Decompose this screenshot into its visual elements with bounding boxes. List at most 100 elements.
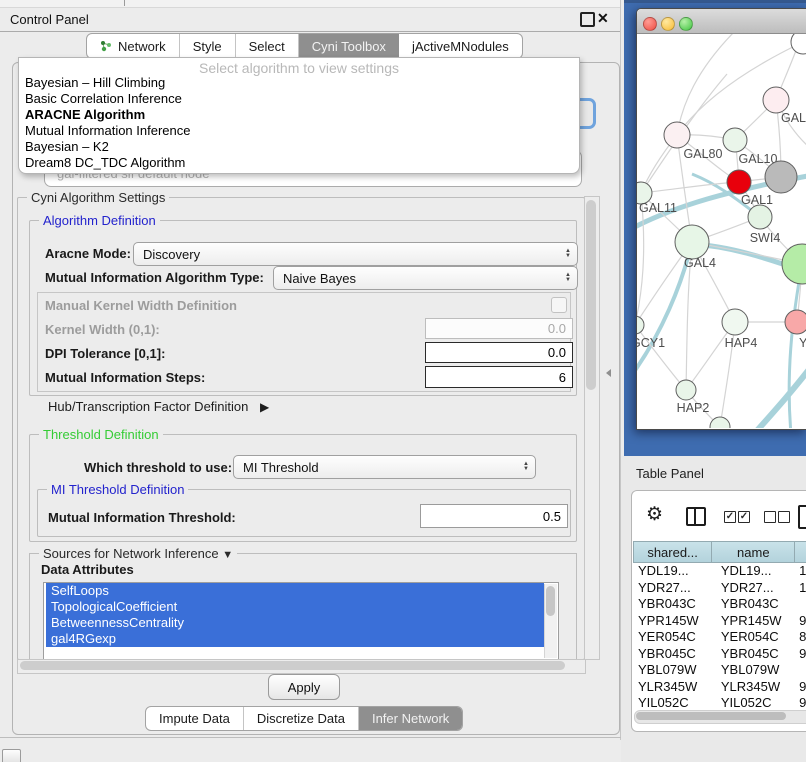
list-scrollbar[interactable] [544, 584, 557, 658]
tab-impute-data[interactable]: Impute Data [146, 707, 244, 730]
table-cell[interactable]: YDR27... [633, 580, 716, 597]
table-row[interactable]: YDL19...YDL19...13 [633, 563, 806, 580]
table-cell[interactable]: YPR145W [633, 613, 716, 630]
network-node[interactable] [791, 34, 806, 54]
checked-checkbox-icon[interactable]: ✓ [738, 511, 750, 523]
checked-checkbox-icon[interactable]: ✓ [724, 511, 736, 523]
network-window-titlebar[interactable] [637, 9, 806, 34]
dropdown-item[interactable]: Mutual Information Inference [23, 123, 565, 139]
dropdown-item[interactable]: Bayesian – Hill Climbing [23, 75, 565, 91]
table-cell[interactable]: YDR27... [716, 580, 794, 597]
tab-cyni-toolbox[interactable]: Cyni Toolbox [299, 34, 399, 58]
network-node[interactable] [664, 122, 690, 148]
unchecked-checkbox-icon[interactable] [764, 511, 776, 523]
table-row[interactable]: YLR345WYLR345W9. [633, 679, 806, 696]
network-node[interactable] [763, 87, 789, 113]
table-row[interactable]: YBR043CYBR043C [633, 596, 806, 613]
tab-discretize-data[interactable]: Discretize Data [244, 707, 359, 730]
table-cell[interactable]: YBR043C [633, 596, 716, 613]
table-cell[interactable]: YBR043C [716, 596, 794, 613]
zoom-window-icon[interactable] [679, 17, 693, 31]
table-cell[interactable] [794, 596, 806, 613]
dropdown-item[interactable]: Dream8 DC_TDC Algorithm [23, 155, 565, 171]
network-node[interactable] [782, 244, 806, 284]
table-cell[interactable]: 9. [794, 679, 806, 696]
tab-style[interactable]: Style [180, 34, 236, 58]
network-node[interactable] [727, 170, 751, 194]
table-cell[interactable]: YLR345W [633, 679, 716, 696]
table-cell[interactable]: YER054C [633, 629, 716, 646]
attribute-item-selected[interactable]: gal4RGexp [46, 631, 544, 647]
table-cell[interactable]: YBL079W [633, 662, 716, 679]
apply-button[interactable]: Apply [268, 674, 340, 700]
network-node[interactable] [637, 316, 644, 334]
table-cell[interactable]: 8. [794, 629, 806, 646]
table-cell[interactable]: YIL052C [633, 695, 716, 708]
which-threshold-combo[interactable]: MI Threshold ▲▼ [233, 455, 536, 479]
network-node[interactable] [748, 205, 772, 229]
table-cell[interactable]: YDL19... [716, 563, 794, 580]
network-node[interactable] [723, 128, 747, 152]
table-row[interactable]: YDR27...YDR27...12 [633, 580, 806, 597]
column-header[interactable]: name [712, 541, 795, 563]
table-cell[interactable] [794, 662, 806, 679]
tab-jactivemnodules[interactable]: jActiveMNodules [399, 34, 522, 58]
table-cell[interactable]: YBR045C [633, 646, 716, 663]
dropdown-item[interactable]: Bayesian – K2 [23, 139, 565, 155]
table-horizontal-scrollbar[interactable] [634, 710, 806, 724]
table-cell[interactable]: YDL19... [633, 563, 716, 580]
table-cell[interactable]: YLR345W [716, 679, 794, 696]
dropdown-item-selected[interactable]: ARACNE Algorithm [23, 107, 565, 123]
network-node[interactable] [785, 310, 806, 334]
table-body[interactable]: YDL19...YDL19...13YDR27...YDR27...12YBR0… [633, 563, 806, 708]
attribute-item-selected[interactable]: BetweennessCentrality [46, 615, 544, 631]
close-icon[interactable]: ✕ [597, 10, 609, 27]
column-header[interactable]: shared... [633, 541, 712, 563]
table-row[interactable]: YIL052CYIL052C9 [633, 695, 806, 708]
kernel-width-field[interactable]: 0.0 [425, 318, 573, 339]
table-row[interactable]: YBR045CYBR045C9. [633, 646, 806, 663]
unchecked-checkbox-icon[interactable] [778, 511, 790, 523]
manual-kernel-checkbox[interactable] [551, 297, 567, 313]
table-cell[interactable]: YPR145W [716, 613, 794, 630]
columns-icon[interactable] [686, 507, 706, 526]
minimize-window-icon[interactable] [661, 17, 675, 31]
mi-algorithm-type-combo[interactable]: Naive Bayes ▲▼ [273, 266, 578, 290]
table-cell[interactable]: 12 [794, 580, 806, 597]
mi-threshold-field[interactable]: 0.5 [420, 504, 568, 528]
attribute-item-selected[interactable]: SelfLoops [46, 583, 544, 599]
mi-steps-field[interactable]: 6 [425, 366, 573, 388]
table-cell[interactable]: 13 [794, 563, 806, 580]
table-cell[interactable]: 9. [794, 646, 806, 663]
float-panel-icon[interactable] [580, 12, 595, 27]
network-node[interactable] [676, 380, 696, 400]
attribute-item-selected[interactable]: TopologicalCoefficient [46, 599, 544, 615]
table-cell[interactable]: 9 [794, 695, 806, 708]
settings-horizontal-scrollbar[interactable] [17, 659, 586, 674]
function-icon[interactable] [798, 505, 806, 529]
settings-vertical-scrollbar[interactable] [584, 196, 600, 660]
network-node[interactable] [710, 417, 730, 428]
split-pane-handle[interactable] [606, 369, 611, 377]
dropdown-item[interactable]: Basic Correlation Inference [23, 91, 565, 107]
network-canvas[interactable]: GALGAL80GAL10GAL1GAL11SWI4GAL4GCY1HAP4YH… [637, 34, 806, 428]
aracne-mode-combo[interactable]: Discovery ▲▼ [133, 242, 578, 266]
minimized-panel-button[interactable] [2, 749, 21, 762]
table-cell[interactable]: YBL079W [716, 662, 794, 679]
table-cell[interactable]: 9. [794, 613, 806, 630]
table-row[interactable]: YBL079WYBL079W [633, 662, 806, 679]
tab-select[interactable]: Select [236, 34, 299, 58]
network-node[interactable] [722, 309, 748, 335]
network-node[interactable] [765, 161, 797, 193]
column-header[interactable] [795, 541, 806, 563]
close-window-icon[interactable] [643, 17, 657, 31]
tab-infer-network[interactable]: Infer Network [359, 707, 462, 730]
gear-icon[interactable]: ⚙ [646, 503, 663, 526]
table-cell[interactable]: YIL052C [716, 695, 794, 708]
dpi-tolerance-field[interactable]: 0.0 [425, 342, 573, 363]
table-row[interactable]: YER054CYER054C8. [633, 629, 806, 646]
hub-definition-toggle[interactable]: Hub/Transcription Factor Definition ▶ [48, 399, 269, 414]
network-view-window[interactable]: GALGAL80GAL10GAL1GAL11SWI4GAL4GCY1HAP4YH… [636, 8, 806, 430]
table-cell[interactable]: YER054C [716, 629, 794, 646]
sources-title[interactable]: Sources for Network Inference ▼ [39, 546, 237, 561]
